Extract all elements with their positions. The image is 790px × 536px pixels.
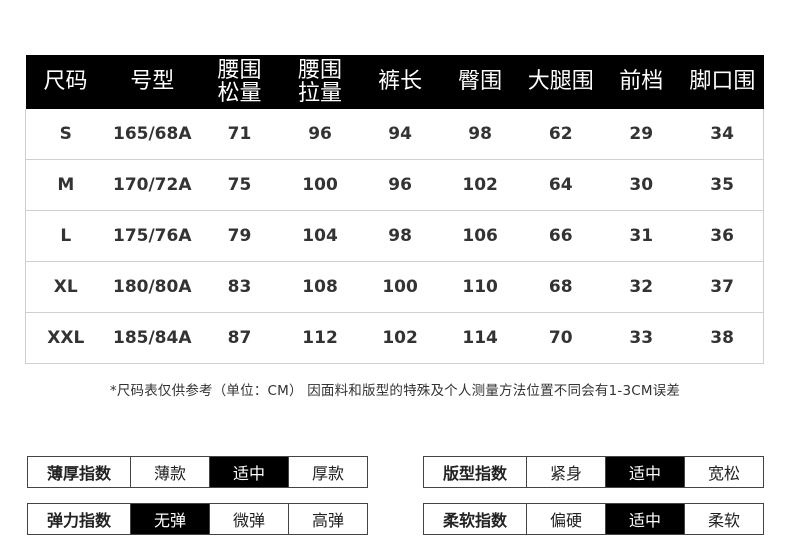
- cell-model: 180/80A: [105, 261, 199, 313]
- cell-front-rise: 29: [601, 109, 682, 160]
- fit-index-row: 版型指数 紧身 适中 宽松: [423, 456, 764, 488]
- cell-model: 175/76A: [105, 210, 199, 262]
- cell-leg-opening: 35: [681, 159, 765, 211]
- cell-waist-relaxed: 75: [198, 159, 281, 211]
- softness-option-stiff: 偏硬: [526, 503, 606, 535]
- thickness-index-row: 薄厚指数 薄款 适中 厚款: [27, 456, 368, 488]
- size-row: S 165/68A 71 96 94 98 62 29 34: [24, 109, 765, 160]
- cell-model: 185/84A: [105, 312, 199, 364]
- cell-hip: 98: [440, 109, 521, 160]
- cell-hip: 114: [440, 312, 521, 364]
- cell-model: 170/72A: [105, 159, 199, 211]
- cell-size: XXL: [24, 312, 106, 364]
- header-thigh-text: 大腿围: [527, 69, 594, 95]
- cell-thigh: 66: [520, 210, 602, 262]
- cell-size: S: [24, 109, 106, 160]
- size-chart-header-row: 尺码 号型 腰围 松量 腰围 拉量 裤长 臀围 大腿围 前档 脚口围: [25, 55, 764, 109]
- size-row: XXL 185/84A 87 112 102 114 70 33 38: [24, 312, 765, 364]
- header-length-text: 裤长: [378, 69, 423, 95]
- size-note: *尺码表仅供参考（单位：CM） 因面料和版型的特殊及个人测量方法位置不同会有1-…: [109, 383, 681, 399]
- header-waist-relaxed: 腰围 松量: [198, 55, 281, 109]
- size-chart-table: 尺码 号型 腰围 松量 腰围 拉量 裤长 臀围 大腿围 前档 脚口围 S 165/…: [24, 55, 765, 364]
- cell-leg-opening: 37: [681, 261, 765, 313]
- cell-front-rise: 31: [601, 210, 682, 262]
- elasticity-index-row: 弹力指数 无弹 微弹 高弹: [27, 503, 368, 535]
- header-waist-relaxed-text: 腰围 松量: [217, 57, 262, 106]
- elasticity-option-none: 无弹: [130, 503, 210, 535]
- cell-leg-opening: 34: [681, 109, 765, 160]
- softness-index-row: 柔软指数 偏硬 适中 柔软: [423, 503, 764, 535]
- fit-index: 版型指数 紧身 适中 宽松: [423, 456, 764, 488]
- cell-waist-stretched: 104: [280, 210, 361, 262]
- size-chart-body: S 165/68A 71 96 94 98 62 29 34 M 170/72A 75 100 96 102…: [24, 109, 765, 364]
- cell-leg-opening: 36: [681, 210, 765, 262]
- softness-index-label: 柔软指数: [423, 503, 527, 535]
- cell-leg-opening: 38: [681, 312, 765, 364]
- thickness-index: 薄厚指数 薄款 适中 厚款: [27, 456, 368, 488]
- thickness-option-thick: 厚款: [288, 456, 368, 488]
- thickness-option-medium: 适中: [209, 456, 289, 488]
- elasticity-index-label: 弹力指数: [27, 503, 131, 535]
- cell-hip: 106: [440, 210, 521, 262]
- cell-waist-relaxed: 83: [198, 261, 281, 313]
- elasticity-index: 弹力指数 无弹 微弹 高弹: [27, 503, 368, 535]
- header-thigh: 大腿围: [520, 55, 602, 109]
- cell-waist-stretched: 100: [280, 159, 361, 211]
- cell-length: 96: [360, 159, 441, 211]
- header-waist-stretched-text: 腰围 拉量: [298, 57, 343, 106]
- elasticity-option-slight: 微弹: [209, 503, 289, 535]
- header-hip-text: 臀围: [458, 69, 503, 95]
- cell-thigh: 68: [520, 261, 602, 313]
- size-row: L 175/76A 79 104 98 106 66 31 36: [24, 210, 765, 262]
- header-front-rise-text: 前档: [619, 69, 664, 95]
- thickness-index-label: 薄厚指数: [27, 456, 131, 488]
- cell-waist-relaxed: 87: [198, 312, 281, 364]
- softness-option-soft: 柔软: [684, 503, 764, 535]
- size-row: M 170/72A 75 100 96 102 64 30 35: [24, 159, 765, 211]
- cell-waist-stretched: 108: [280, 261, 361, 313]
- size-row: XL 180/80A 83 108 100 110 68 32 37: [24, 261, 765, 313]
- cell-waist-stretched: 112: [280, 312, 361, 364]
- cell-waist-relaxed: 71: [198, 109, 281, 160]
- cell-model: 165/68A: [105, 109, 199, 160]
- header-model-text: 号型: [130, 69, 175, 95]
- cell-thigh: 70: [520, 312, 602, 364]
- fit-index-label: 版型指数: [423, 456, 527, 488]
- cell-front-rise: 32: [601, 261, 682, 313]
- cell-length: 100: [360, 261, 441, 313]
- softness-option-medium: 适中: [605, 503, 685, 535]
- header-waist-stretched: 腰围 拉量: [280, 55, 361, 109]
- cell-front-rise: 30: [601, 159, 682, 211]
- thickness-option-thin: 薄款: [130, 456, 210, 488]
- cell-hip: 102: [440, 159, 521, 211]
- header-model: 号型: [105, 55, 199, 109]
- cell-length: 98: [360, 210, 441, 262]
- header-leg-opening: 脚口围: [681, 55, 764, 109]
- cell-size: L: [24, 210, 106, 262]
- cell-size: M: [24, 159, 106, 211]
- cell-hip: 110: [440, 261, 521, 313]
- fit-option-regular: 适中: [605, 456, 685, 488]
- cell-length: 94: [360, 109, 441, 160]
- cell-front-rise: 33: [601, 312, 682, 364]
- header-hip: 臀围: [440, 55, 521, 109]
- fit-option-loose: 宽松: [684, 456, 764, 488]
- elasticity-option-high: 高弹: [288, 503, 368, 535]
- header-size-text: 尺码: [43, 69, 88, 95]
- cell-size: XL: [24, 261, 106, 313]
- cell-thigh: 62: [520, 109, 602, 160]
- cell-waist-stretched: 96: [280, 109, 361, 160]
- header-front-rise: 前档: [601, 55, 682, 109]
- cell-thigh: 64: [520, 159, 602, 211]
- softness-index: 柔软指数 偏硬 适中 柔软: [423, 503, 764, 535]
- cell-waist-relaxed: 79: [198, 210, 281, 262]
- header-length: 裤长: [360, 55, 441, 109]
- fit-option-slim: 紧身: [526, 456, 606, 488]
- cell-length: 102: [360, 312, 441, 364]
- header-size: 尺码: [25, 55, 106, 109]
- header-leg-opening-text: 脚口围: [689, 69, 756, 95]
